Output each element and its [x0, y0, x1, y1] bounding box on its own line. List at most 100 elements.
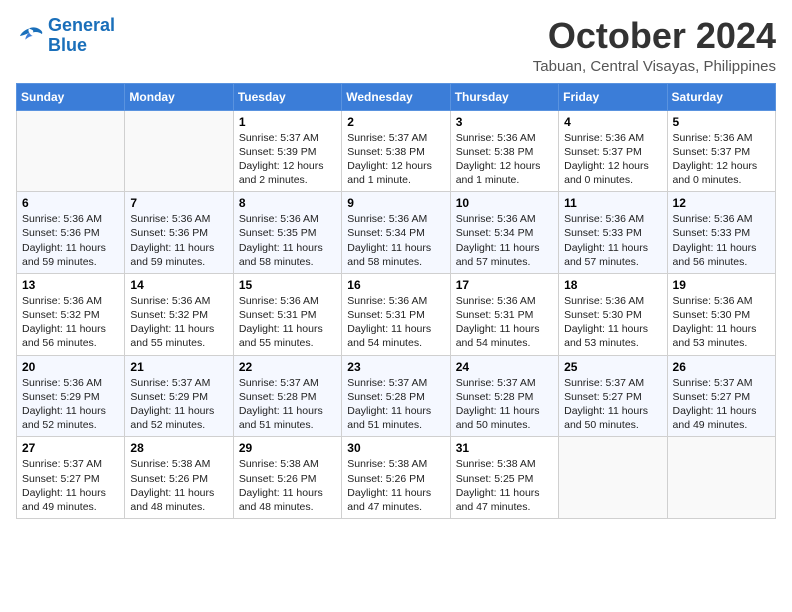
weekday-header: Friday [559, 83, 667, 110]
calendar-table: SundayMondayTuesdayWednesdayThursdayFrid… [16, 83, 776, 519]
day-number: 10 [456, 196, 553, 210]
cell-info: Sunrise: 5:36 AM Sunset: 5:37 PM Dayligh… [673, 131, 770, 188]
day-number: 3 [456, 115, 553, 129]
cell-info: Sunrise: 5:36 AM Sunset: 5:36 PM Dayligh… [130, 212, 227, 269]
calendar-cell: 30Sunrise: 5:38 AM Sunset: 5:26 PM Dayli… [342, 437, 450, 519]
cell-info: Sunrise: 5:36 AM Sunset: 5:31 PM Dayligh… [239, 294, 336, 351]
day-number: 31 [456, 441, 553, 455]
calendar-cell: 7 Sunrise: 5:36 AM Sunset: 5:36 PM Daylig… [125, 192, 233, 274]
calendar-cell: 16 Sunrise: 5:36 AM Sunset: 5:31 PM Dayli… [342, 273, 450, 355]
calendar-cell: 17 Sunrise: 5:36 AM Sunset: 5:31 PM Dayli… [450, 273, 558, 355]
calendar-week-row: 13 Sunrise: 5:36 AM Sunset: 5:32 PM Dayli… [17, 273, 776, 355]
calendar-cell: 23 Sunrise: 5:37 AM Sunset: 5:28 PM Dayli… [342, 355, 450, 437]
cell-info: Sunrise: 5:37 AM Sunset: 5:38 PM Dayligh… [347, 131, 444, 188]
logo-icon [16, 25, 44, 47]
day-number: 11 [564, 196, 661, 210]
cell-info: Sunrise: 5:36 AM Sunset: 5:38 PM Dayligh… [456, 131, 553, 188]
cell-info: Sunrise: 5:36 AM Sunset: 5:37 PM Dayligh… [564, 131, 661, 188]
weekday-header: Monday [125, 83, 233, 110]
day-number: 6 [22, 196, 119, 210]
weekday-header: Sunday [17, 83, 125, 110]
day-number: 24 [456, 360, 553, 374]
day-number: 20 [22, 360, 119, 374]
calendar-cell: 11 Sunrise: 5:36 AM Sunset: 5:33 PM Dayli… [559, 192, 667, 274]
weekday-header: Thursday [450, 83, 558, 110]
cell-info: Sunrise: 5:36 AM Sunset: 5:33 PM Dayligh… [564, 212, 661, 269]
day-number: 29 [239, 441, 336, 455]
calendar-week-row: 27 Sunrise: 5:37 AM Sunset: 5:27 PM Dayli… [17, 437, 776, 519]
calendar-cell: 2 Sunrise: 5:37 AM Sunset: 5:38 PM Daylig… [342, 110, 450, 192]
calendar-week-row: 1Sunrise: 5:37 AM Sunset: 5:39 PM Daylig… [17, 110, 776, 192]
day-number: 17 [456, 278, 553, 292]
day-number: 18 [564, 278, 661, 292]
calendar-cell: 15 Sunrise: 5:36 AM Sunset: 5:31 PM Dayli… [233, 273, 341, 355]
calendar-week-row: 6 Sunrise: 5:36 AM Sunset: 5:36 PM Daylig… [17, 192, 776, 274]
cell-info: Sunrise: 5:36 AM Sunset: 5:30 PM Dayligh… [673, 294, 770, 351]
weekday-header: Tuesday [233, 83, 341, 110]
calendar-cell: 3 Sunrise: 5:36 AM Sunset: 5:38 PM Daylig… [450, 110, 558, 192]
day-number: 23 [347, 360, 444, 374]
cell-info: Sunrise: 5:37 AM Sunset: 5:39 PM Dayligh… [239, 131, 336, 188]
day-number: 19 [673, 278, 770, 292]
calendar-cell: 1Sunrise: 5:37 AM Sunset: 5:39 PM Daylig… [233, 110, 341, 192]
calendar-cell: 6 Sunrise: 5:36 AM Sunset: 5:36 PM Daylig… [17, 192, 125, 274]
cell-info: Sunrise: 5:36 AM Sunset: 5:31 PM Dayligh… [456, 294, 553, 351]
cell-info: Sunrise: 5:36 AM Sunset: 5:33 PM Dayligh… [673, 212, 770, 269]
calendar-cell: 29 Sunrise: 5:38 AM Sunset: 5:26 PM Dayli… [233, 437, 341, 519]
page-header: General Blue October 2024 Tabuan, Centra… [16, 16, 776, 75]
day-number: 27 [22, 441, 119, 455]
calendar-cell: 5 Sunrise: 5:36 AM Sunset: 5:37 PM Daylig… [667, 110, 775, 192]
cell-info: Sunrise: 5:38 AM Sunset: 5:26 PM Dayligh… [239, 457, 336, 514]
day-number: 16 [347, 278, 444, 292]
day-number: 26 [673, 360, 770, 374]
calendar-cell: 24Sunrise: 5:37 AM Sunset: 5:28 PM Dayli… [450, 355, 558, 437]
cell-info: Sunrise: 5:36 AM Sunset: 5:30 PM Dayligh… [564, 294, 661, 351]
calendar-cell: 21 Sunrise: 5:37 AM Sunset: 5:29 PM Dayli… [125, 355, 233, 437]
day-number: 28 [130, 441, 227, 455]
day-number: 12 [673, 196, 770, 210]
calendar-cell: 25Sunrise: 5:37 AM Sunset: 5:27 PM Dayli… [559, 355, 667, 437]
cell-info: Sunrise: 5:38 AM Sunset: 5:26 PM Dayligh… [130, 457, 227, 514]
calendar-cell: 26 Sunrise: 5:37 AM Sunset: 5:27 PM Dayli… [667, 355, 775, 437]
day-number: 22 [239, 360, 336, 374]
weekday-header: Saturday [667, 83, 775, 110]
day-number: 4 [564, 115, 661, 129]
calendar-cell [559, 437, 667, 519]
day-number: 7 [130, 196, 227, 210]
cell-info: Sunrise: 5:36 AM Sunset: 5:32 PM Dayligh… [22, 294, 119, 351]
cell-info: Sunrise: 5:36 AM Sunset: 5:34 PM Dayligh… [456, 212, 553, 269]
title-block: October 2024 Tabuan, Central Visayas, Ph… [533, 16, 776, 75]
weekday-header: Wednesday [342, 83, 450, 110]
calendar-cell: 31 Sunrise: 5:38 AM Sunset: 5:25 PM Dayli… [450, 437, 558, 519]
day-number: 13 [22, 278, 119, 292]
day-number: 15 [239, 278, 336, 292]
calendar-cell: 10 Sunrise: 5:36 AM Sunset: 5:34 PM Dayli… [450, 192, 558, 274]
calendar-cell: 4 Sunrise: 5:36 AM Sunset: 5:37 PM Daylig… [559, 110, 667, 192]
day-number: 9 [347, 196, 444, 210]
cell-info: Sunrise: 5:37 AM Sunset: 5:29 PM Dayligh… [130, 376, 227, 433]
cell-info: Sunrise: 5:37 AM Sunset: 5:27 PM Dayligh… [22, 457, 119, 514]
calendar-cell: 12 Sunrise: 5:36 AM Sunset: 5:33 PM Dayli… [667, 192, 775, 274]
cell-info: Sunrise: 5:36 AM Sunset: 5:34 PM Dayligh… [347, 212, 444, 269]
day-number: 2 [347, 115, 444, 129]
cell-info: Sunrise: 5:38 AM Sunset: 5:26 PM Dayligh… [347, 457, 444, 514]
cell-info: Sunrise: 5:37 AM Sunset: 5:28 PM Dayligh… [239, 376, 336, 433]
day-number: 8 [239, 196, 336, 210]
calendar-cell: 18 Sunrise: 5:36 AM Sunset: 5:30 PM Dayli… [559, 273, 667, 355]
day-number: 25 [564, 360, 661, 374]
cell-info: Sunrise: 5:36 AM Sunset: 5:36 PM Dayligh… [22, 212, 119, 269]
cell-info: Sunrise: 5:37 AM Sunset: 5:27 PM Dayligh… [673, 376, 770, 433]
calendar-cell: 22 Sunrise: 5:37 AM Sunset: 5:28 PM Dayli… [233, 355, 341, 437]
calendar-cell: 9 Sunrise: 5:36 AM Sunset: 5:34 PM Daylig… [342, 192, 450, 274]
day-number: 21 [130, 360, 227, 374]
logo: General Blue [16, 16, 115, 56]
calendar-cell: 8Sunrise: 5:36 AM Sunset: 5:35 PM Daylig… [233, 192, 341, 274]
cell-info: Sunrise: 5:36 AM Sunset: 5:29 PM Dayligh… [22, 376, 119, 433]
cell-info: Sunrise: 5:37 AM Sunset: 5:28 PM Dayligh… [347, 376, 444, 433]
calendar-cell [125, 110, 233, 192]
cell-info: Sunrise: 5:36 AM Sunset: 5:31 PM Dayligh… [347, 294, 444, 351]
cell-info: Sunrise: 5:38 AM Sunset: 5:25 PM Dayligh… [456, 457, 553, 514]
calendar-cell: 27 Sunrise: 5:37 AM Sunset: 5:27 PM Dayli… [17, 437, 125, 519]
day-number: 5 [673, 115, 770, 129]
day-number: 14 [130, 278, 227, 292]
